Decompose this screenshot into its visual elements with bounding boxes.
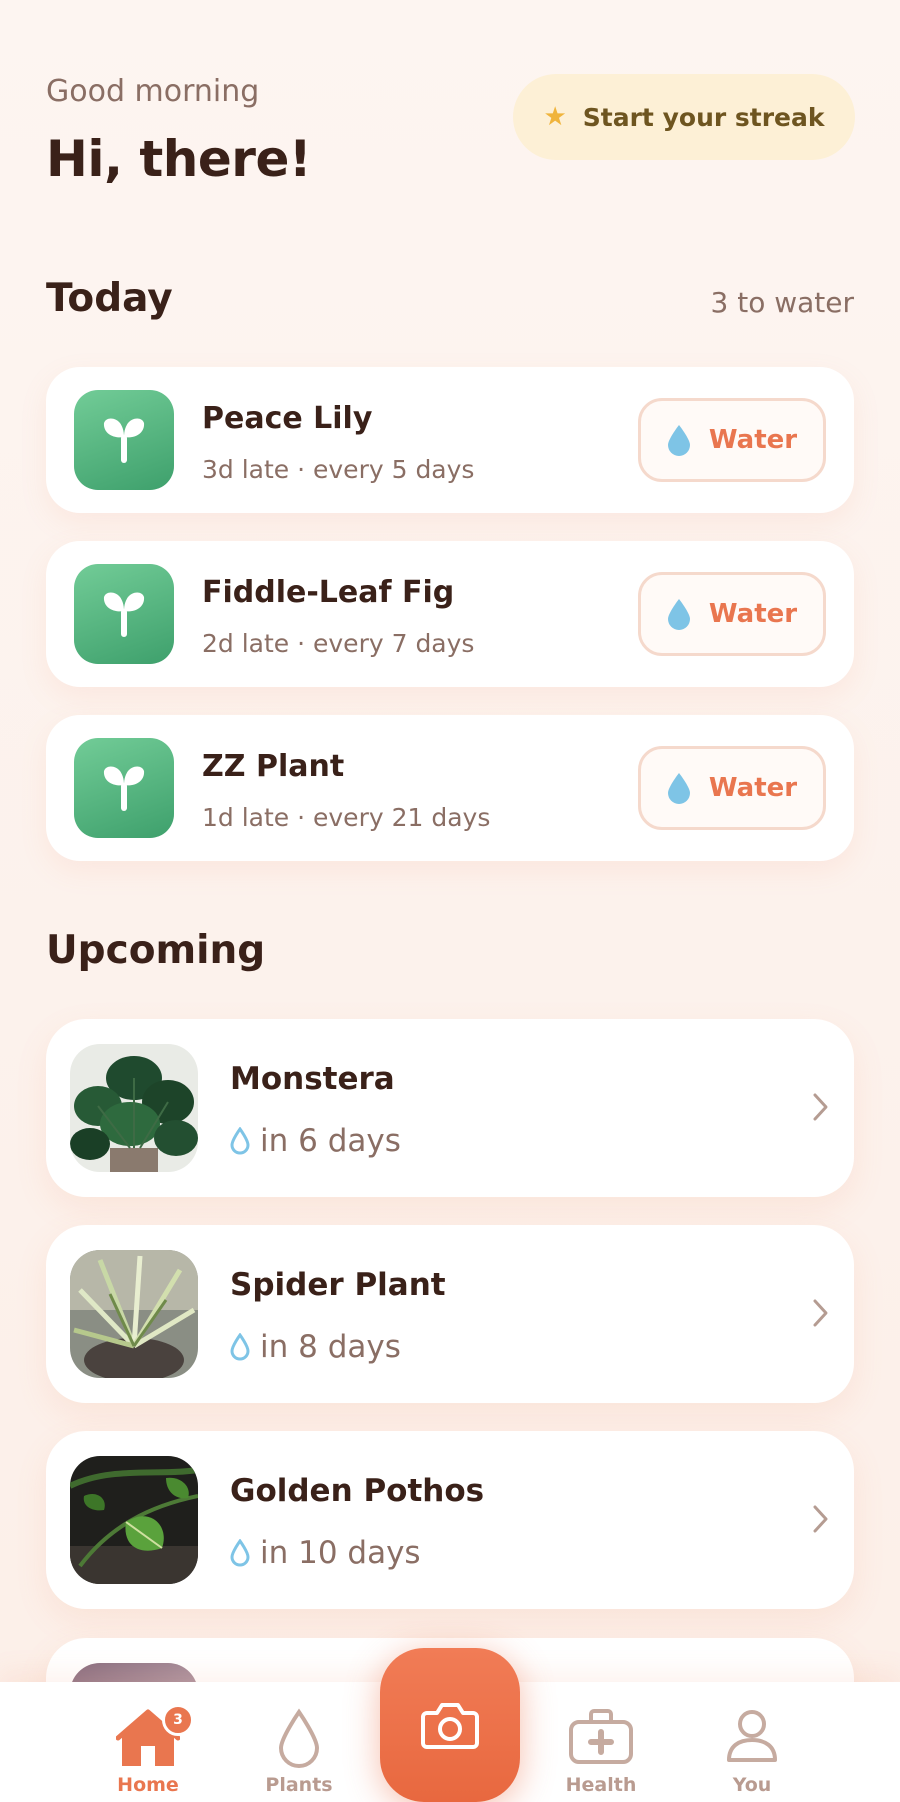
plant-name: Spider Plant bbox=[230, 1267, 446, 1303]
chevron-right-icon bbox=[813, 1299, 828, 1327]
nav-plants-label: Plants bbox=[265, 1774, 333, 1796]
plant-photo bbox=[70, 1250, 198, 1378]
chevron-right-icon bbox=[813, 1093, 828, 1121]
page-title: Hi, there! bbox=[46, 130, 312, 188]
home-screen: Good morning Hi, there! ★ Start your str… bbox=[0, 0, 900, 1802]
water-drop-icon bbox=[667, 599, 690, 630]
water-drop-icon bbox=[667, 773, 690, 804]
upcoming-section-title: Upcoming bbox=[46, 928, 266, 973]
upcoming-card-golden-pothos[interactable]: Golden Pothos in 10 days bbox=[46, 1431, 854, 1609]
nav-you-label: You bbox=[732, 1774, 772, 1796]
today-card-zz-plant[interactable]: ZZ Plant 1d late · every 21 days Water bbox=[46, 715, 854, 861]
next-watering-text: in 8 days bbox=[260, 1329, 401, 1365]
first-aid-kit-icon bbox=[569, 1709, 633, 1764]
water-drop-icon bbox=[667, 425, 690, 456]
chevron-right-icon bbox=[813, 1505, 828, 1533]
plant-photo bbox=[70, 1456, 198, 1584]
water-drop-outline-icon bbox=[230, 1333, 250, 1361]
nav-health[interactable]: Health bbox=[541, 1682, 661, 1802]
water-drop-outline-icon bbox=[278, 1708, 320, 1768]
water-button[interactable]: Water bbox=[638, 572, 826, 656]
nav-home[interactable]: 3 Home bbox=[88, 1682, 208, 1802]
next-watering: in 10 days bbox=[230, 1535, 421, 1571]
next-watering: in 8 days bbox=[230, 1329, 401, 1365]
plant-name: Monstera bbox=[230, 1061, 395, 1097]
camera-icon bbox=[421, 1703, 479, 1749]
user-icon bbox=[727, 1710, 777, 1762]
plant-status: 3d late · every 5 days bbox=[202, 455, 475, 484]
next-watering-text: in 10 days bbox=[260, 1535, 421, 1571]
streak-label: Start your streak bbox=[582, 102, 825, 132]
plant-name: Fiddle-Leaf Fig bbox=[202, 575, 455, 610]
today-card-fiddle-leaf-fig[interactable]: Fiddle-Leaf Fig 2d late · every 7 days W… bbox=[46, 541, 854, 687]
water-button-label: Water bbox=[708, 425, 798, 455]
plant-name: Peace Lily bbox=[202, 401, 373, 436]
greeting-text: Good morning bbox=[46, 74, 260, 109]
plant-name: Golden Pothos bbox=[230, 1473, 485, 1509]
today-section-title: Today bbox=[46, 276, 173, 321]
today-count: 3 to water bbox=[710, 286, 855, 319]
upcoming-card-monstera[interactable]: Monstera in 6 days bbox=[46, 1019, 854, 1197]
sprout-icon bbox=[74, 738, 174, 838]
sprout-icon bbox=[74, 390, 174, 490]
star-icon: ★ bbox=[543, 102, 567, 132]
sprout-icon bbox=[74, 564, 174, 664]
water-button[interactable]: Water bbox=[638, 398, 826, 482]
plant-name: ZZ Plant bbox=[202, 749, 345, 784]
upcoming-card-spider-plant[interactable]: Spider Plant in 8 days bbox=[46, 1225, 854, 1403]
water-button-label: Water bbox=[708, 599, 798, 629]
nav-plants[interactable]: Plants bbox=[239, 1682, 359, 1802]
nav-home-label: Home bbox=[117, 1774, 179, 1796]
next-watering-text: in 6 days bbox=[260, 1123, 401, 1159]
water-drop-outline-icon bbox=[230, 1127, 250, 1155]
water-button-label: Water bbox=[708, 773, 798, 803]
plant-photo bbox=[70, 1044, 198, 1172]
nav-health-label: Health bbox=[565, 1774, 637, 1796]
plant-status: 1d late · every 21 days bbox=[202, 803, 491, 832]
water-drop-outline-icon bbox=[230, 1539, 250, 1567]
nav-you[interactable]: You bbox=[692, 1682, 812, 1802]
streak-button[interactable]: ★ Start your streak bbox=[513, 74, 855, 160]
today-card-peace-lily[interactable]: Peace Lily 3d late · every 5 days Water bbox=[46, 367, 854, 513]
camera-button[interactable] bbox=[380, 1648, 520, 1802]
home-badge: 3 bbox=[162, 1704, 194, 1736]
water-button[interactable]: Water bbox=[638, 746, 826, 830]
plant-status: 2d late · every 7 days bbox=[202, 629, 475, 658]
next-watering: in 6 days bbox=[230, 1123, 401, 1159]
